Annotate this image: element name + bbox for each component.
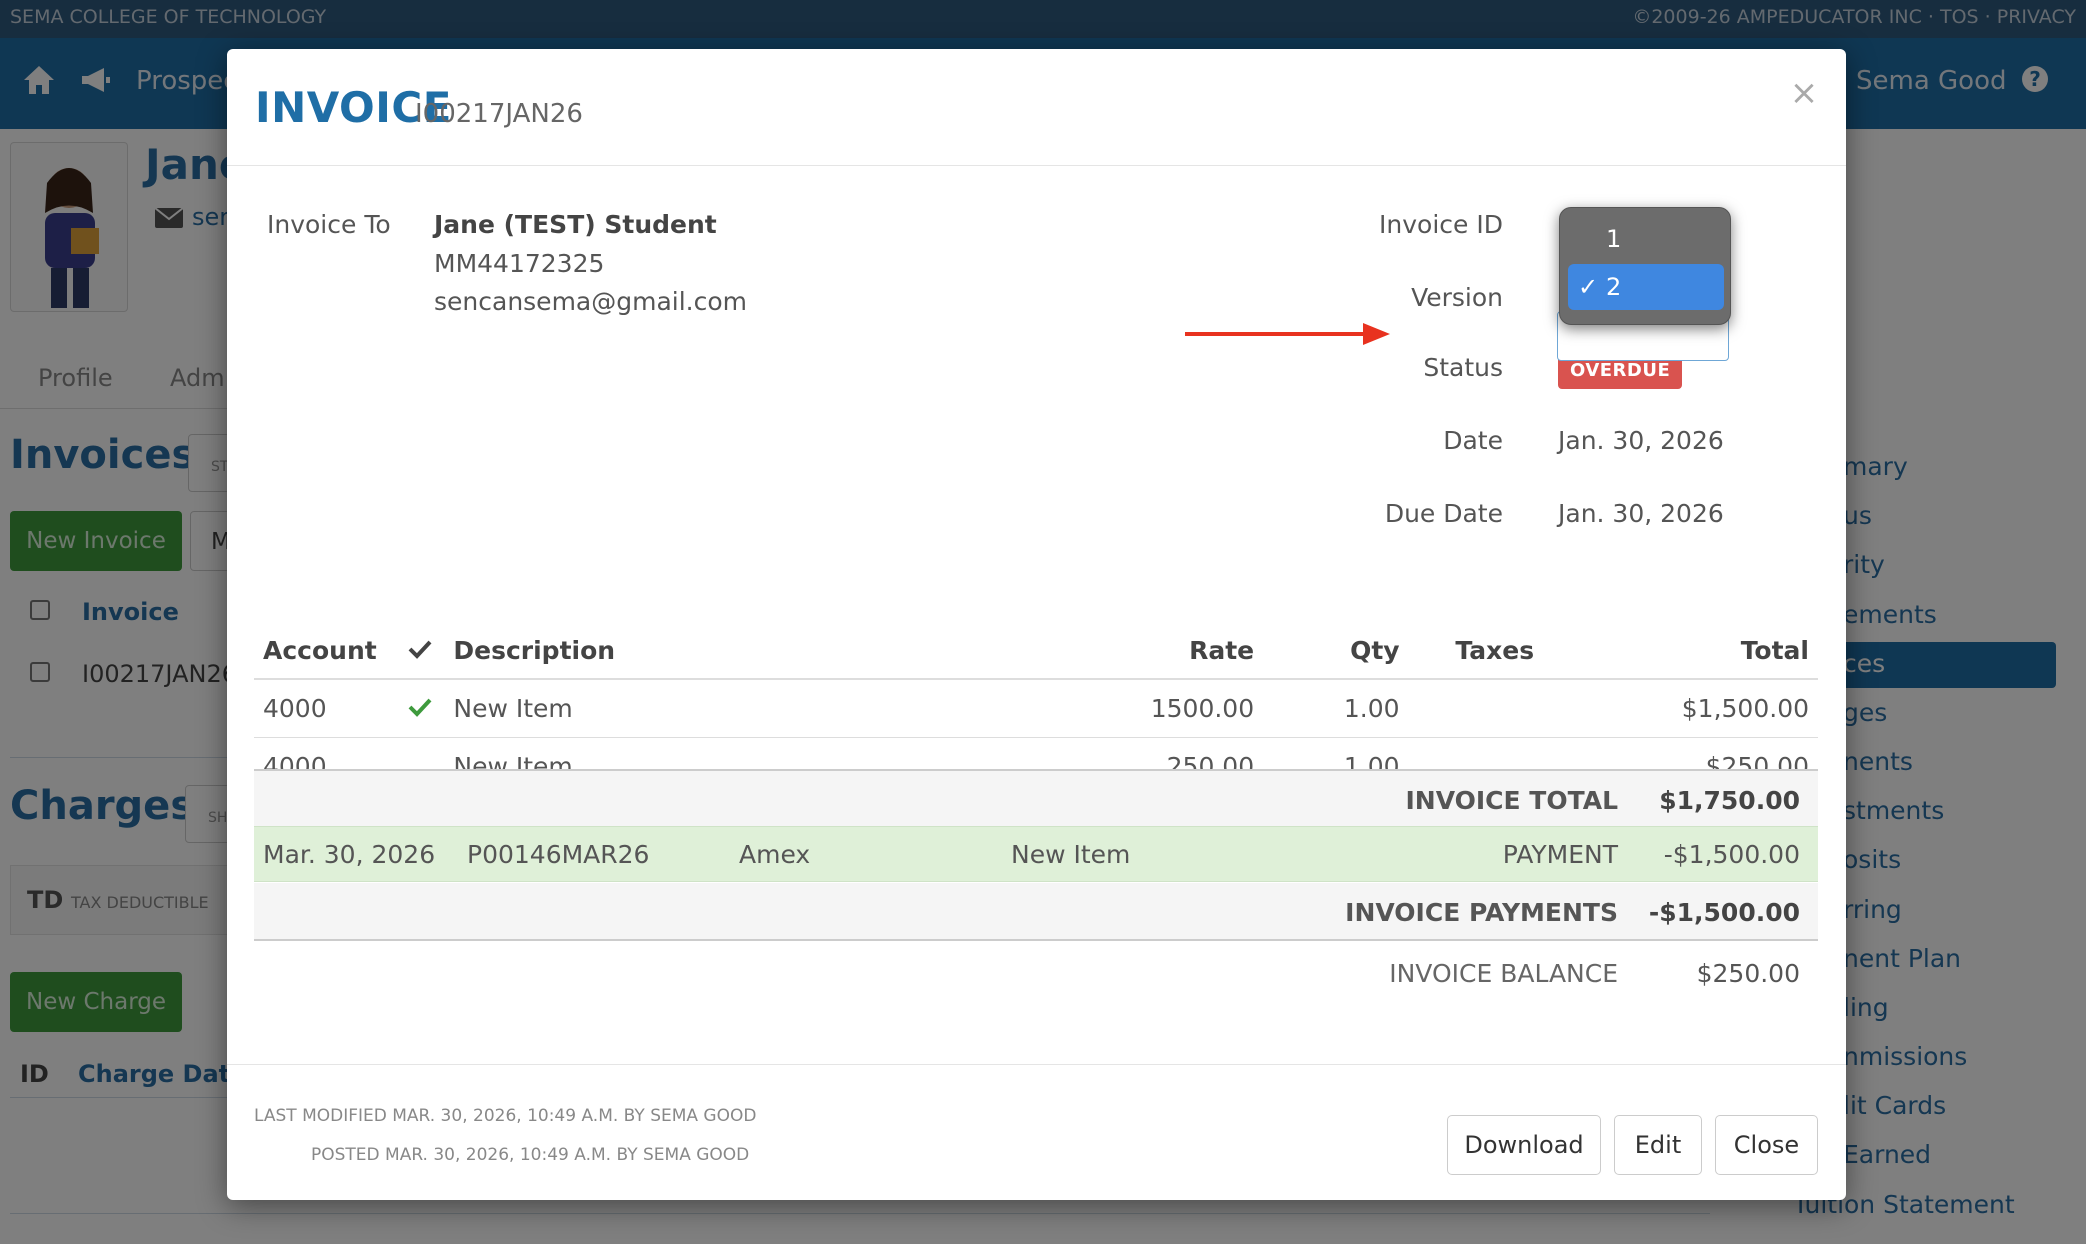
cell-taxes [1408, 679, 1581, 738]
cell-account: 4000 [254, 679, 396, 738]
bill-to-id: MM44172325 [434, 249, 605, 278]
invoice-balance-value: $250.00 [1696, 959, 1800, 988]
invoice-id-label: Invoice ID [1379, 210, 1503, 239]
cell-qty: 1.00 [1263, 679, 1409, 738]
col-account: Account [254, 623, 396, 680]
date-value: Jan. 30, 2026 [1558, 426, 1724, 455]
cell-description: New Item [444, 679, 1048, 738]
payment-ref[interactable]: P00146MAR26 [467, 840, 649, 869]
table-row: 4000 New Item 1500.00 1.00 $1,500.00 [254, 679, 1818, 738]
invoice-to-label: Invoice To [267, 210, 391, 239]
payment-row[interactable]: Mar. 30, 2026 P00146MAR26 Amex New Item … [254, 826, 1818, 882]
col-rate: Rate [1047, 623, 1264, 680]
invoice-payments-label: INVOICE PAYMENTS [1345, 898, 1618, 927]
invoice-balance-row: INVOICE BALANCE $250.00 [254, 944, 1818, 1002]
download-button[interactable]: Download [1447, 1115, 1601, 1175]
invoice-total-row: INVOICE TOTAL $1,750.00 [254, 769, 1818, 827]
payment-description: New Item [1011, 840, 1131, 869]
status-label: Status [1423, 353, 1503, 382]
cell-rate: 1500.00 [1047, 679, 1264, 738]
close-icon[interactable]: × [1784, 73, 1824, 113]
option-label: 2 [1606, 273, 1622, 301]
invoice-total-value: $1,750.00 [1659, 786, 1800, 815]
bill-to-name: Jane (TEST) Student [434, 210, 717, 239]
cell-check [395, 679, 445, 738]
payment-date: Mar. 30, 2026 [263, 840, 436, 869]
posted-note: POSTED MAR. 30, 2026, 10:49 A.M. BY SEMA… [311, 1145, 750, 1165]
payment-type: PAYMENT [1502, 840, 1618, 869]
version-dropdown[interactable]: 1 ✓ 2 [1559, 207, 1731, 325]
invoice-payments-row: INVOICE PAYMENTS -$1,500.00 [254, 883, 1818, 941]
col-qty: Qty [1263, 623, 1409, 680]
invoice-balance-label: INVOICE BALANCE [1389, 959, 1618, 988]
invoice-modal: INVOICE I00217JAN26 × Invoice To Jane (T… [227, 49, 1846, 1200]
col-description: Description [444, 623, 1048, 680]
modal-header: INVOICE I00217JAN26 × [227, 49, 1846, 166]
due-date-value: Jan. 30, 2026 [1558, 499, 1724, 528]
edit-button[interactable]: Edit [1614, 1115, 1702, 1175]
bill-to-email: sencansema@gmail.com [434, 287, 748, 316]
version-option-2[interactable]: ✓ 2 [1568, 264, 1724, 310]
col-total: Total [1580, 623, 1818, 680]
option-label: 1 [1606, 225, 1622, 253]
close-button[interactable]: Close [1715, 1115, 1818, 1175]
due-date-label: Due Date [1384, 499, 1503, 528]
checkmark-icon: ✓ [1578, 273, 1599, 301]
table-header-row: Account Description Rate Qty Taxes Total [254, 623, 1818, 680]
last-modified-note: LAST MODIFIED MAR. 30, 2026, 10:49 A.M. … [254, 1106, 757, 1126]
checkmark-icon [408, 698, 432, 717]
col-check [395, 623, 445, 680]
invoice-number: I00217JAN26 [415, 99, 583, 129]
cell-total: $1,500.00 [1580, 679, 1818, 738]
payment-amount: -$1,500.00 [1663, 840, 1800, 869]
col-taxes: Taxes [1408, 623, 1581, 680]
version-option-1[interactable]: 1 [1568, 216, 1724, 262]
modal-footer: LAST MODIFIED MAR. 30, 2026, 10:49 A.M. … [227, 1064, 1846, 1200]
invoice-payments-value: -$1,500.00 [1648, 898, 1800, 927]
checkmark-icon [408, 640, 432, 659]
arrow-annotation [1185, 323, 1390, 345]
invoice-total-label: INVOICE TOTAL [1405, 786, 1618, 815]
payment-method: Amex [739, 840, 811, 869]
date-label: Date [1443, 426, 1503, 455]
version-label: Version [1411, 283, 1503, 312]
